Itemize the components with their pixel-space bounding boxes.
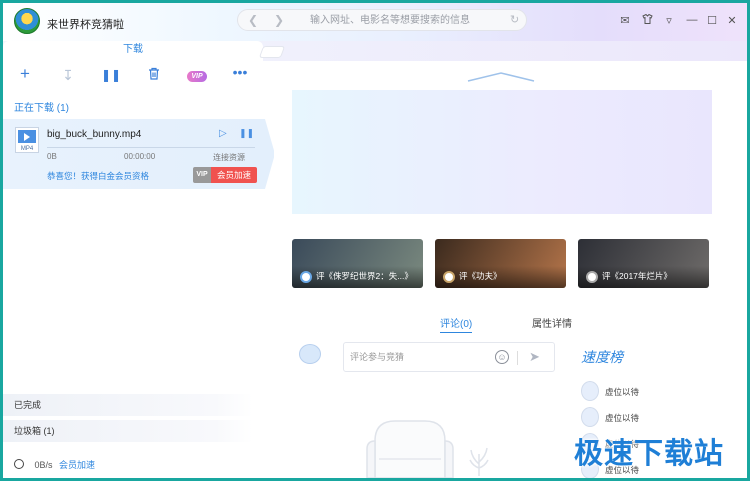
speed-footer: 0B/s 会员加速 — [14, 458, 95, 471]
empty-sofa-illustration — [366, 420, 454, 478]
trash-item[interactable]: 垃圾箱 (1) — [3, 420, 253, 442]
accelerate-link[interactable]: 会员加速 — [59, 460, 95, 470]
download-toolbar: + ↧ ❚❚ VIP ••• — [3, 61, 274, 91]
play-icon[interactable]: ▷ — [219, 128, 227, 139]
detail-panel: 评《侏罗纪世界2：失...》 评《功夫》 评《2017年烂片》 评论(0) 属性… — [274, 61, 747, 478]
download-status: 连接资源 — [213, 153, 245, 162]
address-bar[interactable]: ❮ ❯ ↻ — [237, 9, 527, 31]
speed-value: 0B/s — [34, 460, 53, 470]
plant-illustration — [469, 447, 489, 476]
tab-download[interactable]: 下载 — [3, 41, 263, 61]
download-icon[interactable]: ↧ — [58, 67, 78, 84]
critic-icon — [300, 271, 312, 283]
vip-accelerate-button[interactable]: VIP 会员加速 — [193, 167, 257, 183]
file-ext: MP4 — [20, 146, 34, 152]
video-file-icon: MP4 — [15, 127, 39, 153]
comment-input[interactable] — [350, 352, 490, 362]
movie-card-3[interactable]: 评《2017年烂片》 — [578, 239, 709, 288]
app-window: 来世界杯竞猜啦 ❮ ❯ ↻ ✉ ▿ — ☐ ✕ 下载 + ↧ ❚❚ VIP • — [3, 3, 747, 478]
movie-title-2: 评《功夫》 — [459, 271, 502, 281]
avatar-placeholder-icon — [581, 407, 599, 427]
critic-icon — [586, 271, 598, 283]
watermark-text: 极速下载站 — [574, 436, 725, 470]
tab-bar: 下载 — [3, 41, 747, 61]
movie-card-2[interactable]: 评《功夫》 — [435, 239, 566, 288]
more-icon[interactable]: ••• — [230, 64, 250, 80]
title-bar: 来世界杯竞猜啦 ❮ ❯ ↻ ✉ ▿ — ☐ ✕ — [3, 3, 747, 41]
tab-comments[interactable]: 评论(0) — [440, 315, 473, 333]
emoji-icon[interactable]: ☺ — [495, 350, 509, 364]
collapse-arrow-icon[interactable] — [466, 71, 536, 83]
pause-icon[interactable]: ❚❚ — [101, 68, 121, 82]
movie-title-1: 评《侏罗纪世界2：失...》 — [316, 271, 413, 281]
movie-card-1[interactable]: 评《侏罗纪世界2：失...》 — [292, 239, 423, 288]
critic-icon — [443, 271, 455, 283]
ranking-label: 虚位以待 — [605, 413, 640, 423]
clock-icon — [14, 459, 24, 469]
progress-bar — [47, 147, 255, 148]
new-tab-button[interactable] — [258, 46, 286, 58]
tab-attributes[interactable]: 属性详情 — [532, 315, 572, 330]
user-avatar — [299, 344, 321, 364]
back-icon[interactable]: ❮ — [248, 13, 258, 27]
minimize-icon[interactable]: — — [685, 14, 699, 26]
completed-item[interactable]: 已完成 — [3, 394, 253, 416]
plus-icon[interactable]: + — [15, 64, 35, 84]
forward-icon[interactable]: ❯ — [274, 13, 284, 27]
address-input[interactable] — [310, 13, 500, 27]
avatar-placeholder-icon — [581, 381, 599, 401]
app-logo-icon[interactable] — [14, 8, 40, 34]
file-size: 0B — [47, 152, 57, 161]
menu-icon[interactable]: ▿ — [662, 14, 676, 27]
promo-text: 恭喜您！获得白金会员资格 — [47, 171, 150, 181]
ad-banner[interactable] — [292, 90, 712, 214]
divider — [517, 351, 518, 365]
elapsed-time: 00:00:00 — [124, 152, 156, 161]
app-title[interactable]: 来世界杯竞猜啦 — [47, 16, 124, 32]
download-item[interactable]: MP4 big_buck_bunny.mp4 ▷ ❚❚ 0B 00:00:00 … — [3, 119, 265, 189]
file-name: big_buck_bunny.mp4 — [47, 129, 142, 140]
movie-title-3: 评《2017年烂片》 — [602, 271, 672, 281]
close-icon[interactable]: ✕ — [725, 14, 739, 27]
maximize-icon[interactable]: ☐ — [705, 14, 719, 27]
refresh-icon[interactable]: ↻ — [510, 13, 519, 26]
accelerate-label: 会员加速 — [211, 167, 257, 183]
mail-icon[interactable]: ✉ — [618, 14, 632, 27]
downloading-header[interactable]: 正在下载 (1) — [14, 99, 69, 114]
ranking-title: 速度榜 — [581, 351, 623, 366]
ranking-item[interactable]: 虚位以待 — [581, 381, 701, 407]
send-icon[interactable]: ➤ — [529, 349, 540, 365]
skin-icon[interactable] — [640, 13, 654, 27]
vip-badge[interactable]: VIP — [187, 71, 207, 82]
trash-icon[interactable] — [144, 67, 164, 83]
vip-tag: VIP — [193, 167, 211, 183]
comment-box[interactable]: ☺ ➤ — [343, 342, 555, 372]
item-pause-icon[interactable]: ❚❚ — [239, 128, 254, 139]
download-panel: + ↧ ❚❚ VIP ••• 正在下载 (1) MP4 big_buck_bun… — [3, 61, 275, 478]
ranking-label: 虚位以待 — [605, 387, 640, 397]
